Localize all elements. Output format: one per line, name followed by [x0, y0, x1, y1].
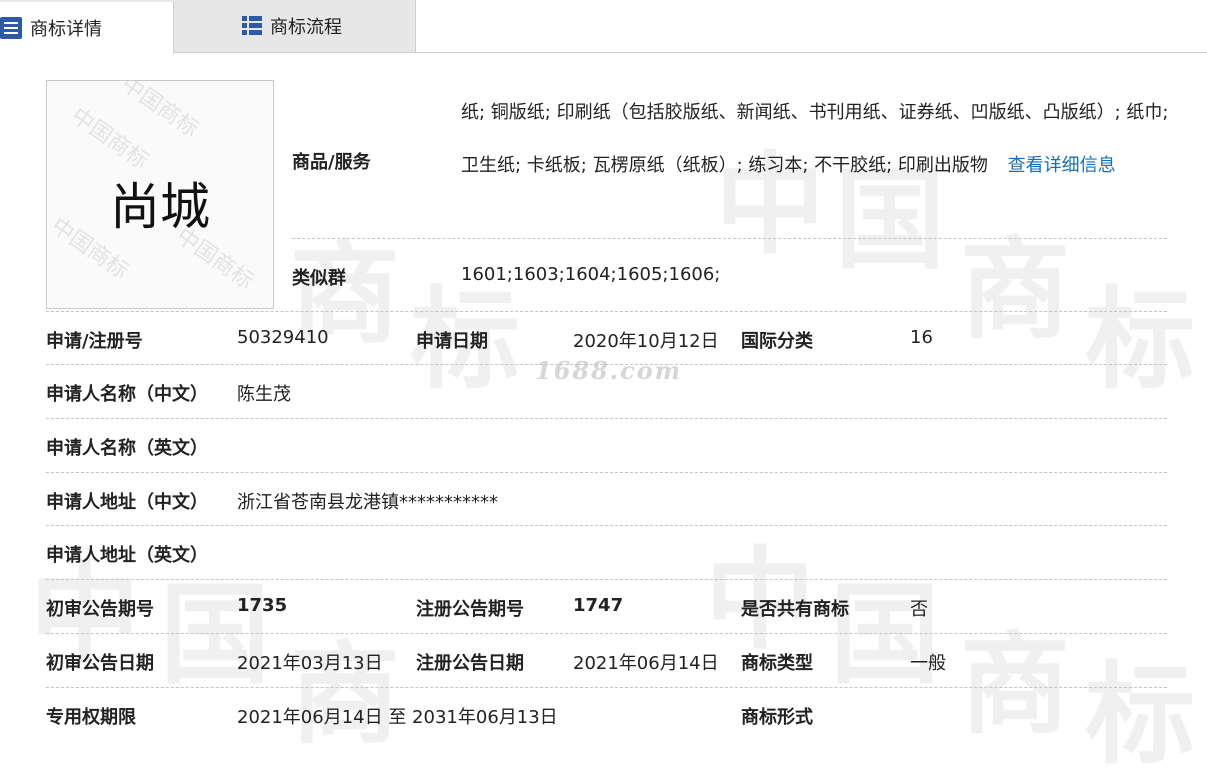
prelim-no-value: 1735: [237, 595, 288, 616]
tab-bar: 商标详情 商标流程: [0, 0, 1207, 53]
apply-date-value: 2020年10月12日: [573, 331, 719, 352]
divider: [46, 364, 1167, 365]
row-applicant-en: 申请人名称（英文）: [0, 434, 1207, 459]
exclusive-label: 专用权期限: [46, 707, 136, 728]
reg-notice-no-label: 注册公告期号: [416, 599, 524, 620]
applicant-cn-value: 陈生茂: [237, 384, 291, 405]
list-icon: [0, 16, 22, 39]
tm-type-value: 一般: [910, 653, 946, 674]
goods-label: 商品/服务: [292, 152, 371, 173]
exclusive-value: 2021年06月14日 至 2031年06月13日: [237, 707, 558, 728]
address-cn-label: 申请人地址（中文）: [46, 492, 208, 513]
reg-no-value: 50329410: [237, 327, 329, 348]
reg-notice-date-value: 2021年06月14日: [573, 653, 719, 674]
reg-notice-no-value: 1747: [573, 595, 624, 616]
prelim-date-value: 2021年03月13日: [237, 653, 383, 674]
tm-form-label: 商标形式: [741, 707, 813, 728]
row-address-cn: 申请人地址（中文） 浙江省苍南县龙港镇***********: [0, 488, 1207, 513]
tab-label: 商标流程: [270, 17, 342, 38]
divider: [292, 238, 1167, 239]
tab-trademark-detail[interactable]: 商标详情: [0, 0, 174, 53]
divider: [46, 472, 1167, 473]
tab-trademark-process[interactable]: 商标流程: [174, 0, 416, 52]
divider: [46, 311, 1167, 312]
row-registration: 申请/注册号 50329410 申请日期 2020年10月12日 国际分类 16: [0, 327, 1207, 352]
goods-value: 纸; 铜版纸; 印刷纸（包括胶版纸、新闻纸、书刊用纸、证券纸、凹版纸、凸版纸）;…: [461, 86, 1171, 192]
divider: [46, 525, 1167, 526]
row-notice-dates: 初审公告日期 2021年03月13日 注册公告日期 2021年06月14日 商标…: [0, 649, 1207, 674]
divider: [46, 633, 1167, 634]
tm-type-label: 商标类型: [741, 653, 813, 674]
intl-class-value: 16: [910, 327, 933, 348]
trademark-image: 中国商标 中国商标 中国商标 中国商标 尚城: [46, 80, 274, 309]
tab-label: 商标详情: [30, 18, 102, 40]
address-cn-value: 浙江省苍南县龙港镇***********: [237, 492, 498, 513]
applicant-cn-label: 申请人名称（中文）: [46, 384, 208, 405]
divider: [46, 687, 1167, 688]
flow-icon: [242, 16, 262, 36]
applicant-en-label: 申请人名称（英文）: [46, 438, 208, 459]
similar-group-label: 类似群: [292, 268, 346, 289]
address-en-label: 申请人地址（英文）: [46, 545, 208, 566]
view-details-link[interactable]: 查看详细信息: [1008, 155, 1116, 176]
divider: [46, 579, 1167, 580]
trademark-text: 尚城: [110, 178, 210, 236]
row-address-en: 申请人地址（英文）: [0, 541, 1207, 566]
prelim-no-label: 初审公告期号: [46, 599, 154, 620]
reg-notice-date-label: 注册公告日期: [416, 653, 524, 674]
prelim-date-label: 初审公告日期: [46, 653, 154, 674]
reg-no-label: 申请/注册号: [46, 331, 143, 352]
row-applicant-cn: 申请人名称（中文） 陈生茂: [0, 380, 1207, 405]
similar-group-value: 1601;1603;1604;1605;1606;: [461, 264, 721, 285]
shared-label: 是否共有商标: [741, 599, 849, 620]
row-exclusive: 专用权期限 2021年06月14日 至 2031年06月13日 商标形式: [0, 703, 1207, 728]
shared-value: 否: [910, 599, 928, 620]
apply-date-label: 申请日期: [416, 331, 488, 352]
divider: [46, 418, 1167, 419]
intl-class-label: 国际分类: [741, 331, 813, 352]
row-notice-numbers: 初审公告期号 1735 注册公告期号 1747 是否共有商标 否: [0, 595, 1207, 620]
